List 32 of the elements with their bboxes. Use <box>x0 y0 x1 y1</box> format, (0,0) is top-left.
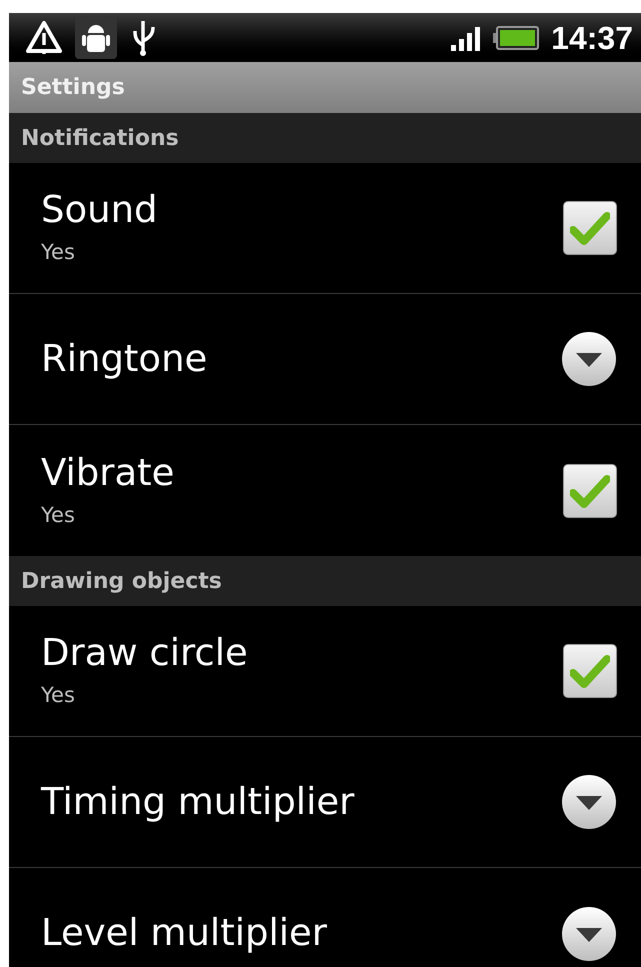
preference-title: Vibrate <box>41 450 176 496</box>
battery-icon <box>493 26 540 50</box>
warning-icon <box>25 20 63 56</box>
section-title: Drawing objects <box>21 568 222 596</box>
check-icon <box>570 474 610 508</box>
preference-title: Timing multiplier <box>41 778 356 825</box>
preference-summary: Yes <box>41 682 76 710</box>
preference-row[interactable]: Level multiplier <box>9 868 641 967</box>
preference-title: Level multiplier <box>41 910 328 956</box>
android-icon <box>75 16 117 58</box>
preference-summary: Yes <box>41 502 76 529</box>
checkbox[interactable] <box>563 644 617 698</box>
preference-title: Draw circle <box>41 630 249 676</box>
section-title: Notifications <box>21 124 179 152</box>
preference-row[interactable]: Sound Yes <box>9 163 641 294</box>
preference-row[interactable]: Timing multiplier <box>9 737 641 868</box>
check-icon <box>570 654 610 688</box>
signal-icon <box>451 24 482 50</box>
preference-title: Ringtone <box>41 336 208 382</box>
preference-row[interactable]: Ringtone <box>9 294 641 425</box>
checkbox[interactable] <box>563 201 617 255</box>
clock: 14:37 <box>551 18 633 58</box>
preference-row[interactable]: Draw circle Yes <box>9 606 641 737</box>
preference-summary: Yes <box>41 239 76 266</box>
preference-row[interactable]: Vibrate Yes <box>9 425 641 556</box>
preference-title: Sound <box>41 187 159 234</box>
dropdown-icon[interactable] <box>561 331 617 387</box>
dropdown-icon[interactable] <box>561 774 617 830</box>
screen-title: Settings <box>21 74 125 102</box>
checkbox[interactable] <box>563 464 617 518</box>
check-icon <box>570 211 610 245</box>
dropdown-icon[interactable] <box>561 906 617 962</box>
